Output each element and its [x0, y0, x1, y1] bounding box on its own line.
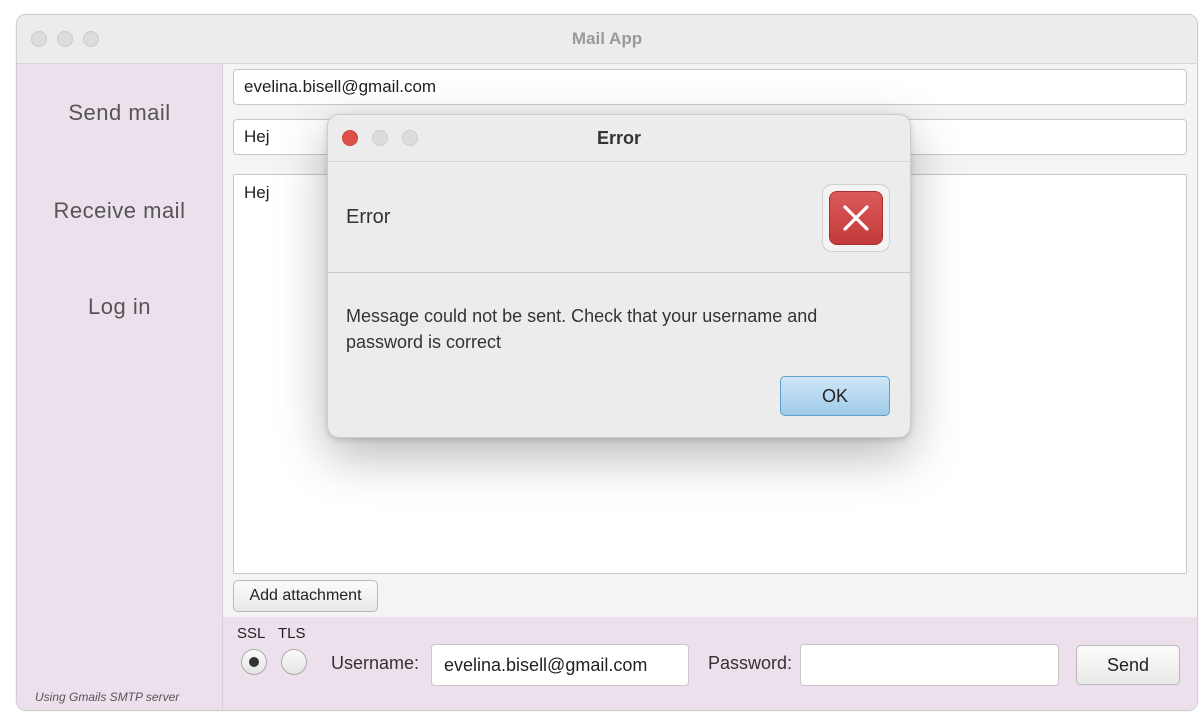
sidebar-item-send-mail[interactable]: Send mail — [17, 100, 222, 126]
error-icon-frame — [822, 184, 890, 252]
password-input[interactable] — [800, 644, 1059, 686]
send-settings-bar: SSL TLS Username: evelina.bisell@gmail.c… — [223, 617, 1197, 710]
tls-radio[interactable] — [281, 649, 307, 675]
dialog-message: Message could not be sent. Check that yo… — [346, 306, 818, 352]
sidebar-item-log-in[interactable]: Log in — [17, 294, 222, 320]
password-label: Password: — [708, 653, 793, 673]
ok-button[interactable]: OK — [780, 376, 890, 416]
radio-selected-dot — [249, 657, 259, 667]
x-mark-icon — [843, 205, 869, 231]
send-button[interactable]: Send — [1076, 645, 1180, 685]
ssl-radio[interactable] — [241, 649, 267, 675]
username-label: Username: — [331, 653, 420, 673]
dialog-header: Error — [328, 162, 910, 273]
window-titlebar: Mail App — [17, 15, 1197, 64]
ssl-label: SSL — [237, 625, 266, 642]
window-title: Mail App — [571, 29, 643, 48]
error-x-icon — [829, 191, 883, 245]
dialog-titlebar: Error — [328, 115, 910, 162]
dialog-header-text: Error — [346, 206, 391, 228]
error-dialog: Error Error Message could not be sent. C… — [327, 114, 911, 438]
sidebar-item-receive-mail[interactable]: Receive mail — [17, 198, 222, 224]
to-field[interactable]: evelina.bisell@gmail.com — [233, 69, 1187, 105]
add-attachment-button[interactable]: Add attachment — [233, 580, 378, 612]
screen: Mail App Send mail Receive mail Log in U… — [0, 0, 1201, 717]
dialog-title: Error — [596, 128, 641, 148]
sidebar: Send mail Receive mail Log in Using Gmai… — [17, 64, 223, 710]
smtp-server-note: Using Gmails SMTP server — [35, 690, 180, 704]
tls-label: TLS — [278, 625, 306, 642]
username-input[interactable]: evelina.bisell@gmail.com — [431, 644, 689, 686]
